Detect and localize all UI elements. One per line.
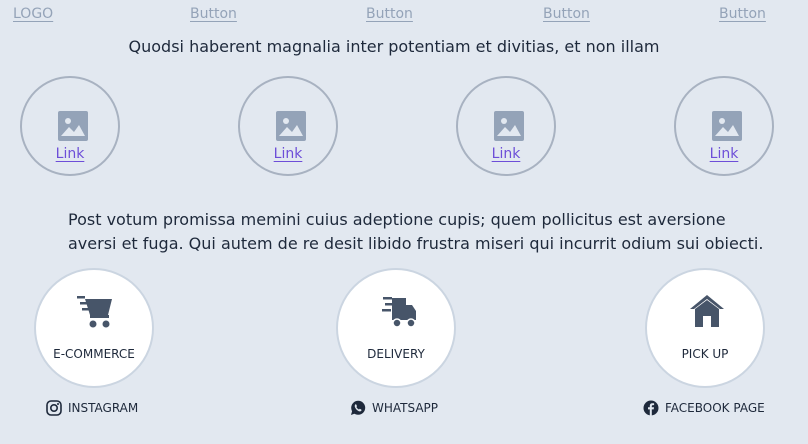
social-label: INSTAGRAM [68, 401, 139, 415]
gallery-link-label[interactable]: Link [676, 146, 772, 162]
paragraph-line-1: Post votum promissa memini cuius adeptio… [68, 210, 726, 229]
nav-button-4[interactable]: Button [719, 6, 766, 22]
gallery-link-4[interactable]: Link [674, 76, 774, 176]
image-icon [494, 111, 524, 141]
paragraph-line-2: aversi et fuga. Qui autem de re desit li… [68, 234, 764, 253]
nav-button-3[interactable]: Button [543, 6, 590, 22]
image-icon [712, 111, 742, 141]
image-icon [58, 111, 88, 141]
social-label: WHATSAPP [372, 401, 439, 415]
service-ecommerce[interactable]: E-COMMERCE [34, 268, 154, 388]
gallery-link-3[interactable]: Link [456, 76, 556, 176]
image-icon [276, 111, 306, 141]
gallery-link-label[interactable]: Link [240, 146, 336, 162]
gallery-link-label[interactable]: Link [458, 146, 554, 162]
whatsapp-link[interactable]: WHATSAPP [350, 398, 438, 418]
service-label: E-COMMERCE [53, 347, 135, 361]
delivery-truck-icon [382, 297, 416, 328]
shopping-cart-icon [77, 296, 112, 328]
service-label: DELIVERY [367, 347, 425, 361]
headline-text: Quodsi haberent magnalia inter potentiam… [128, 37, 660, 56]
instagram-link[interactable]: INSTAGRAM [46, 398, 138, 418]
nav-button-1[interactable]: Button [190, 6, 237, 22]
gallery-link-label[interactable]: Link [22, 146, 118, 162]
instagram-icon [46, 400, 62, 416]
gallery-link-1[interactable]: Link [20, 76, 120, 176]
logo-link[interactable]: LOGO [13, 6, 53, 22]
service-delivery[interactable]: DELIVERY [336, 268, 456, 388]
service-label: PICK UP [681, 347, 729, 361]
service-pickup[interactable]: PICK UP [645, 268, 765, 388]
facebook-link[interactable]: FACEBOOK PAGE [643, 398, 765, 418]
nav-button-2[interactable]: Button [366, 6, 413, 22]
whatsapp-icon [351, 400, 366, 415]
house-icon [690, 295, 724, 327]
facebook-icon [643, 400, 659, 416]
gallery-link-2[interactable]: Link [238, 76, 338, 176]
social-label: FACEBOOK PAGE [665, 401, 765, 415]
top-nav: LOGO Button Button Button Button [0, 0, 808, 30]
body-paragraph: Post votum promissa memini cuius adeptio… [68, 208, 768, 256]
